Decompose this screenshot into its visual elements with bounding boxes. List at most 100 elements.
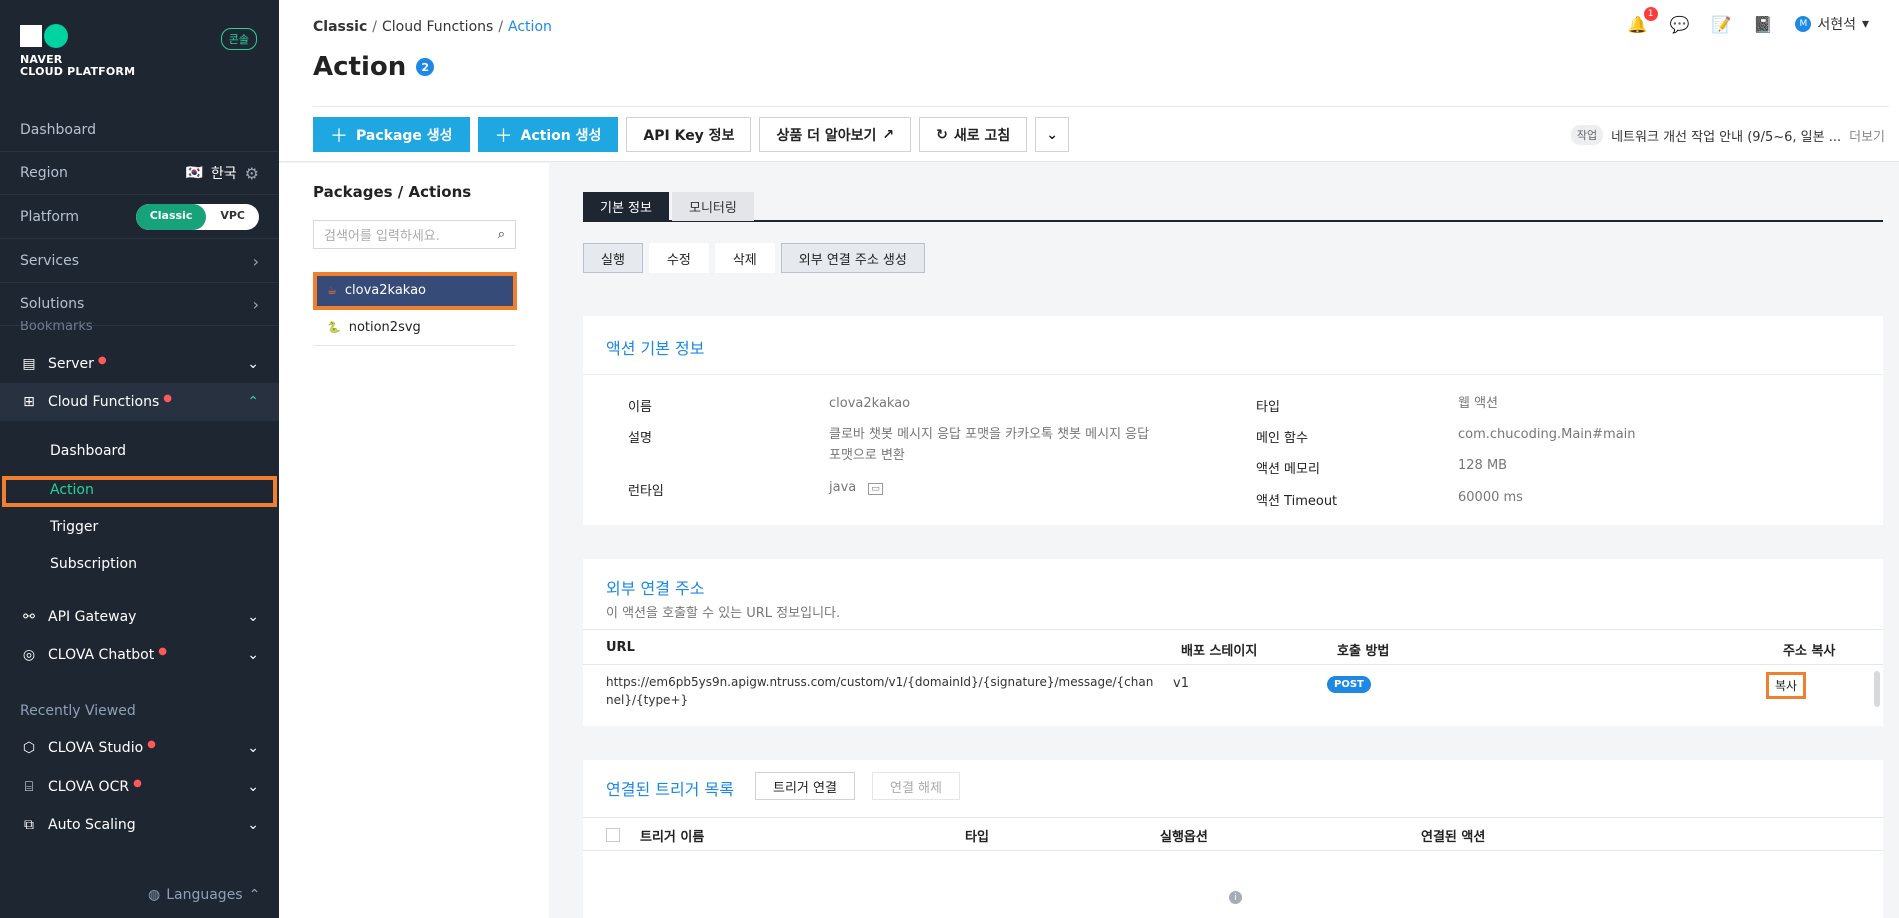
notice-tag: 작업	[1570, 125, 1604, 145]
col-exec-option: 실행옵션	[1160, 830, 1208, 845]
memory-label: 액션 메모리	[1256, 462, 1320, 477]
chevron-down-icon: ⌄	[247, 779, 259, 795]
sidebar-dashboard[interactable]: Dashboard	[0, 109, 279, 152]
row-scrollbar[interactable]	[1874, 671, 1880, 707]
package-create-button[interactable]: ＋ Package 생성	[313, 117, 470, 152]
select-all-checkbox[interactable]	[606, 828, 620, 842]
desc-label: 설명	[628, 431, 652, 446]
chevron-down-icon: ⌄	[247, 647, 259, 663]
run-button[interactable]: 실행	[583, 243, 643, 273]
basic-info-card: 액션 기본 정보 이름 clova2kakao 설명 클로바 챗봇 메시지 응답…	[583, 316, 1883, 525]
breadcrumb: Classic / Cloud Functions / Action	[313, 19, 552, 35]
tab-monitoring[interactable]: 모니터링	[671, 192, 754, 221]
col-stage: 배포 스테이지	[1181, 644, 1258, 659]
tab-basic-info[interactable]: 기본 정보	[583, 192, 669, 221]
gear-icon[interactable]: ⚙	[245, 164, 259, 183]
edit-note-icon[interactable]: 📝	[1711, 15, 1731, 34]
more-dropdown-button[interactable]: ⌄	[1035, 117, 1069, 152]
menu-cloud-functions[interactable]: ⊞ Cloud Functions ● ⌃	[0, 383, 279, 421]
plus-icon: ＋	[494, 125, 513, 147]
breadcrumb-cloud-functions[interactable]: Cloud Functions	[382, 19, 493, 35]
tab-bar: 기본 정보 모니터링	[583, 192, 1883, 222]
sub-trigger[interactable]: Trigger	[0, 509, 279, 545]
api-key-button[interactable]: API Key 정보	[626, 117, 752, 152]
languages-button[interactable]: ◍ Languages ⌃	[148, 887, 260, 903]
edit-button[interactable]: 수정	[648, 243, 709, 273]
sidebar: NAVER CLOUD PLATFORM 콘솔 Dashboard Region …	[0, 0, 279, 918]
user-menu[interactable]: M 서현석 ▾	[1795, 14, 1869, 34]
sidebar-solutions[interactable]: Solutions ›	[0, 283, 279, 326]
breadcrumb-classic[interactable]: Classic	[313, 19, 367, 35]
col-connected-action: 연결된 액션	[1421, 830, 1486, 845]
cloud-functions-icon: ⊞	[23, 394, 35, 410]
create-external-url-button[interactable]: 외부 연결 주소 생성	[780, 243, 925, 273]
recent-clova-ocr[interactable]: ⌸ CLOVA OCR ● ⌄	[0, 768, 279, 806]
packages-title: Packages / Actions	[313, 183, 472, 201]
page-header: Classic / Cloud Functions / Action Action 2 …	[279, 0, 1899, 162]
desc-value-line1: 클로바 챗봇 메시지 응답 포맷을 카카오톡 챗봇 메시지 응답	[829, 427, 1150, 442]
top-right-icons: 🔔 1 💬 📝 📓 M 서현석 ▾	[1628, 6, 1869, 34]
bell-icon[interactable]: 🔔 1	[1628, 6, 1658, 34]
memory-value: 128 MB	[1458, 458, 1508, 473]
learn-more-button[interactable]: 상품 더 알아보기 ↗	[759, 117, 912, 152]
chevron-down-icon: ⌄	[247, 356, 259, 372]
action-buttons: 실행 수정 삭제 외부 연결 주소 생성	[583, 243, 925, 273]
caret-down-icon: ▾	[1861, 16, 1869, 32]
url-table-header: URL 배포 스테이지 호출 방법 주소 복사	[583, 629, 1883, 665]
delete-button[interactable]: 삭제	[714, 243, 775, 273]
notice-text[interactable]: 네트워크 개선 작업 안내 (9/5~6, 일본 ...	[1611, 126, 1841, 145]
info-icon: i	[1229, 891, 1242, 904]
url-value-line2[interactable]: nel}/{type+}	[606, 693, 688, 707]
copy-button[interactable]: 복사	[1766, 672, 1807, 699]
trigger-table-header: 트리거 이름 타입 실행옵션 연결된 액션	[583, 817, 1883, 851]
platform-classic[interactable]: Classic	[135, 204, 207, 230]
book-icon[interactable]: 📓	[1753, 15, 1773, 34]
platform-toggle[interactable]: Classic VPC	[135, 204, 259, 230]
col-copy: 주소 복사	[1783, 644, 1836, 659]
search-icon[interactable]: ⌕	[498, 227, 505, 242]
col-method: 호출 방법	[1337, 644, 1390, 659]
menu-server[interactable]: ▤ Server ● ⌄	[0, 345, 279, 383]
recent-auto-scaling[interactable]: ⧉ Auto Scaling ⌄	[0, 806, 279, 844]
sub-subscription[interactable]: Subscription	[0, 546, 279, 582]
triggers-title: 연결된 트리거 목록	[606, 780, 734, 799]
chevron-up-icon: ⌃	[247, 394, 259, 410]
external-link-icon: ↗	[882, 126, 895, 143]
server-icon: ▤	[22, 356, 36, 372]
timeout-label: 액션 Timeout	[1256, 494, 1338, 509]
chevron-right-icon: ›	[252, 294, 259, 314]
refresh-button[interactable]: ↻ 새로 고침	[919, 117, 1028, 152]
external-url-card: 외부 연결 주소 이 액션을 호출할 수 있는 URL 정보입니다. URL 배…	[583, 559, 1883, 726]
menu-clova-chatbot[interactable]: ◎ CLOVA Chatbot ● ⌄	[0, 636, 279, 674]
platform-row: Platform Classic VPC	[0, 196, 279, 239]
chevron-down-icon: ⌄	[1046, 126, 1058, 143]
menu-api-gateway[interactable]: ⚯ API Gateway ⌄	[0, 598, 279, 636]
recent-clova-studio[interactable]: ⬡ CLOVA Studio ● ⌄	[0, 729, 279, 767]
chat-icon[interactable]: 💬	[1670, 15, 1690, 34]
sidebar-services[interactable]: Services ›	[0, 240, 279, 283]
refresh-icon: ↻	[936, 126, 948, 143]
breadcrumb-action[interactable]: Action	[508, 19, 552, 35]
external-url-subtitle: 이 액션을 호출할 수 있는 URL 정보입니다.	[606, 606, 841, 621]
basic-info-title: 액션 기본 정보	[606, 339, 705, 358]
chevron-down-icon: ⌄	[247, 817, 259, 833]
stage-value: v1	[1173, 676, 1189, 691]
package-item-notion2svg[interactable]: 🐍 notion2svg	[313, 310, 516, 346]
chevron-up-icon: ⌃	[248, 887, 261, 903]
action-create-button[interactable]: ＋ Action 생성	[477, 117, 619, 152]
action-count-badge: 2	[416, 58, 435, 76]
connect-trigger-button[interactable]: 트리거 연결	[755, 772, 855, 800]
runtime-info-icon[interactable]: ▭	[868, 483, 883, 495]
naver-cloud-logo[interactable]: NAVER CLOUD PLATFORM	[20, 24, 135, 78]
notice-more-link[interactable]: 더보기	[1849, 126, 1885, 145]
disconnect-trigger-button[interactable]: 연결 해제	[872, 772, 960, 800]
url-value-line1[interactable]: https://em6pb5ys9n.apigw.ntruss.com/cust…	[606, 675, 1166, 689]
col-type: 타입	[965, 830, 989, 845]
region-row[interactable]: Region 🇰🇷 한국 ⚙	[0, 152, 279, 195]
sub-dashboard[interactable]: Dashboard	[0, 433, 279, 469]
package-search-input[interactable]: 검색어를 입력하세요. ⌕	[313, 220, 516, 249]
api-gateway-icon: ⚯	[23, 609, 35, 625]
platform-vpc[interactable]: VPC	[206, 204, 259, 230]
runtime-value: java ▭	[829, 477, 883, 500]
console-badge[interactable]: 콘솔	[220, 28, 257, 50]
